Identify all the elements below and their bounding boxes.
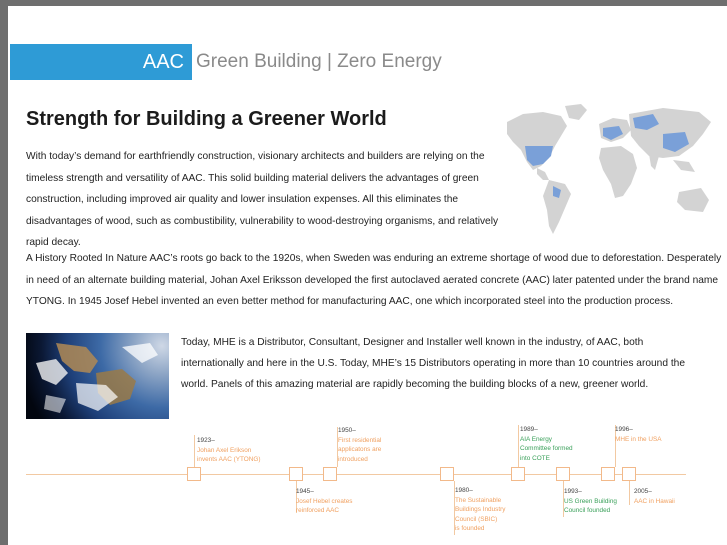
timeline-event-1945: 1945– Josef Hebel creates reinforced AAC: [296, 487, 352, 516]
today-paragraph: Today, MHE is a Distributor, Consultant,…: [181, 337, 685, 390]
map-africa: [599, 146, 637, 198]
map-india: [649, 154, 659, 170]
timeline-axis: [26, 474, 686, 475]
event-text: MHE in the USA: [615, 435, 662, 443]
timeline-event-1923: 1923– Johan Axel Erikson invents AAC (YT…: [197, 436, 260, 465]
event-text: Josef Hebel creates: [296, 497, 353, 505]
timeline-marker-1996: [601, 467, 615, 481]
event-year: 1980–: [455, 487, 473, 494]
timeline-stem-2005: [629, 481, 630, 505]
event-text: into COTE: [520, 454, 550, 462]
history-timeline: 1923– Johan Axel Erikson invents AAC (YT…: [8, 421, 727, 545]
banner-subtitle: Green Building | Zero Energy: [196, 51, 442, 72]
timeline-stem-1989: [518, 425, 519, 467]
page: AAC Green Building | Zero Energy Strengt…: [8, 6, 727, 545]
event-text: Committee formed: [520, 445, 573, 452]
event-text: invents AAC (YTONG): [197, 456, 261, 463]
event-text: applicatons are: [338, 446, 382, 453]
event-text: US Green Building: [564, 497, 617, 505]
event-text: First residential: [338, 436, 382, 444]
timeline-event-1993: 1993– US Green Building Council founded: [564, 487, 617, 516]
timeline-stem-1923: [194, 435, 195, 467]
map-greenland: [565, 104, 587, 120]
event-text: The Sustainable: [455, 496, 502, 504]
event-year: 1993–: [564, 488, 582, 495]
event-year: 1945–: [296, 488, 314, 495]
timeline-event-1980: 1980– The Sustainable Buildings Industry…: [455, 486, 505, 534]
timeline-event-1950: 1950– First residential applicatons are …: [338, 426, 381, 464]
map-se-asia: [673, 160, 695, 172]
earth-image: [26, 333, 169, 419]
map-australia: [677, 188, 709, 212]
event-text: Council (SBIC): [455, 515, 498, 523]
timeline-event-1989: 1989– AIA Energy Committee formed into C…: [520, 425, 573, 463]
event-text: AIA Energy: [520, 435, 552, 443]
event-year: 1996–: [615, 426, 633, 433]
timeline-marker-1945: [289, 467, 303, 481]
event-text: AAC in Hawaii: [634, 497, 675, 505]
timeline-marker-1923: [187, 467, 201, 481]
header-banner: AAC Green Building | Zero Energy: [10, 44, 727, 86]
timeline-marker-1950: [323, 467, 337, 481]
map-asia: [629, 108, 711, 158]
timeline-marker-1989: [511, 467, 525, 481]
timeline-marker-1980: [440, 467, 454, 481]
banner-tag: AAC: [10, 44, 192, 80]
timeline-event-2005: 2005– AAC in Hawaii: [634, 487, 675, 506]
timeline-marker-2005: [622, 467, 636, 481]
map-central-america: [537, 168, 549, 180]
event-text: is founded: [455, 525, 485, 532]
event-text: Buildings Industry: [455, 506, 506, 513]
event-text: Johan Axel Erikson: [197, 446, 252, 454]
event-year: 1923–: [197, 437, 215, 444]
event-text: introduced: [338, 455, 368, 463]
event-year: 1989–: [520, 426, 538, 433]
page-title: Strength for Building a Greener World: [26, 108, 387, 130]
event-text: reinforced AAC: [296, 507, 339, 514]
event-text: Council founded: [564, 507, 611, 514]
timeline-marker-1993: [556, 467, 570, 481]
event-year: 2005–: [634, 488, 652, 495]
world-map: [507, 104, 711, 234]
timeline-event-1996: 1996– MHE in the USA: [615, 425, 662, 444]
event-year: 1950–: [338, 427, 356, 434]
intro-paragraph: With today’s demand for earthfriendly co…: [26, 151, 499, 248]
history-paragraph: A History Rooted In Nature AAC’s roots g…: [26, 253, 722, 307]
